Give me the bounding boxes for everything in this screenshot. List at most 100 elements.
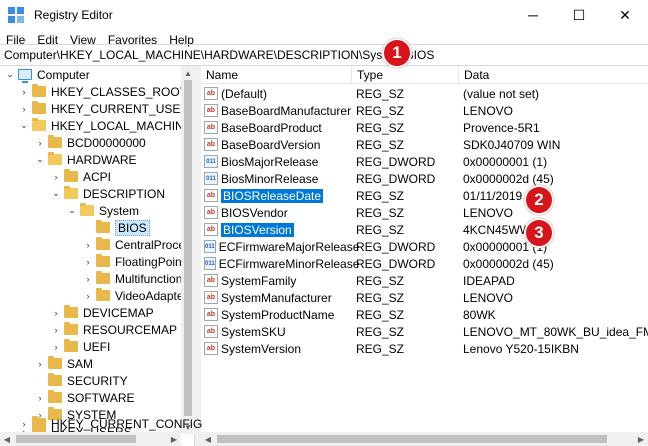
chevron-right-icon[interactable]: › [34,134,46,151]
binary-value-icon: 011 [204,155,218,168]
list-item[interactable]: ab BIOSReleaseDate REG_SZ 01/11/2019 [201,187,648,204]
registry-editor-icon [8,7,24,23]
string-value-icon: ab [204,325,218,338]
tree-item-label: System [99,203,140,218]
list-item[interactable]: ab SystemProductName REG_SZ 80WK [201,306,648,323]
string-value-icon: ab [204,138,218,151]
chevron-right-icon[interactable]: › [82,236,94,253]
tree-item-sam[interactable]: › SAM [34,355,93,372]
close-button[interactable]: ✕ [602,0,648,30]
scroll-up-icon[interactable]: ▲ [181,66,195,80]
list-item[interactable]: 011 BiosMinorRelease REG_DWORD 0x0000002d… [201,170,648,187]
address-bar[interactable]: Computer\HKEY_LOCAL_MACHINE\HARDWARE\DES… [0,44,648,66]
tree-item-resourcemap[interactable]: › RESOURCEMAP [50,321,177,338]
scroll-thumb[interactable] [217,435,607,443]
list-item[interactable]: ab SystemSKU REG_SZ LENOVO_MT_80WK_BU_ide… [201,323,648,340]
chevron-right-icon[interactable]: › [34,355,46,372]
scroll-left-icon[interactable]: ◀ [201,432,215,446]
value-type: REG_SZ [356,86,405,101]
tree-item-bios[interactable]: BIOS [82,219,150,236]
value-type: REG_SZ [356,205,405,220]
list-item[interactable]: 011 BiosMajorRelease REG_DWORD 0x00000001… [201,153,648,170]
tree-item-bcd[interactable]: › BCD00000000 [34,134,146,151]
tree-item-centralprocessor[interactable]: › CentralProcess [82,236,194,253]
value-name: BaseBoardProduct [221,120,322,135]
address-path[interactable]: Computer\HKEY_LOCAL_MACHINE\HARDWARE\DES… [4,48,434,62]
list-horizontal-scrollbar[interactable]: ◀ ▶ [201,432,648,446]
minimize-button[interactable]: ─ [510,0,556,30]
folder-icon [64,322,78,335]
tree-item-uefi[interactable]: › UEFI [50,338,110,355]
binary-value-icon: 011 [204,172,218,185]
list-item[interactable]: ab (Default) REG_SZ (value not set) [201,85,648,102]
list-header: Name Type Data [201,66,648,84]
tree-item-videoadapter[interactable]: › VideoAdapterE [82,287,194,304]
string-value-icon: ab [204,223,218,236]
chevron-down-icon[interactable]: ⌄ [34,151,46,168]
chevron-down-icon[interactable]: ⌄ [4,66,16,83]
chevron-right-icon[interactable]: › [50,168,62,185]
column-header-name[interactable]: Name [201,66,352,84]
value-type: REG_SZ [356,137,405,152]
tree-item-hardware[interactable]: ⌄ HARDWARE [34,151,137,168]
column-header-data[interactable]: Data [459,66,648,84]
value-name: BIOSVendor [221,205,288,220]
tree-horizontal-scrollbar[interactable]: ◀ ▶ [0,432,181,446]
tree-item-label: HKEY_CURRENT_CONFIG [51,416,203,431]
list-item[interactable]: ab BaseBoardManufacturer REG_SZ LENOVO [201,102,648,119]
value-data: (value not set) [463,86,540,101]
tree-item-hkey-local-machine[interactable]: ⌄ HKEY_LOCAL_MACHINE [18,117,192,134]
tree-item-system[interactable]: ⌄ System [66,202,139,219]
tree-item-hkey-current-user[interactable]: › HKEY_CURRENT_USER [18,100,189,117]
list-item[interactable]: ab SystemManufacturer REG_SZ LENOVO [201,289,648,306]
value-name: BiosMinorRelease [221,171,319,186]
scroll-thumb[interactable] [184,80,192,416]
scroll-left-icon[interactable]: ◀ [0,432,14,446]
chevron-right-icon[interactable]: › [18,100,30,117]
list-item[interactable]: ab SystemFamily REG_SZ IDEAPAD [201,272,648,289]
maximize-button[interactable]: ☐ [556,0,602,30]
chevron-down-icon[interactable]: ⌄ [18,117,30,134]
tree-item-computer[interactable]: ⌄ Computer [4,66,90,83]
tree-item-acpi[interactable]: › ACPI [50,168,111,185]
tree-item-hkey-classes-root[interactable]: › HKEY_CLASSES_ROOT [18,83,187,100]
list-item[interactable]: ab BIOSVersion REG_SZ 4KCN45WW [201,221,648,238]
column-header-type[interactable]: Type [352,66,459,84]
scroll-right-icon[interactable]: ▶ [167,432,181,446]
list-item[interactable]: ab SystemVersion REG_SZ Lenovo Y520-15IKB… [201,340,648,357]
value-type: REG_SZ [356,188,405,203]
chevron-right-icon[interactable]: › [82,270,94,287]
chevron-right-icon[interactable]: › [18,415,30,432]
list-item[interactable]: ab BIOSVendor REG_SZ LENOVO [201,204,648,221]
tree-item-label: SAM [67,356,94,371]
tree-item-devicemap[interactable]: › DEVICEMAP [50,304,154,321]
tree-vertical-scrollbar[interactable]: ▲ ▼ [181,66,195,434]
chevron-right-icon[interactable]: › [50,304,62,321]
tree-item-description[interactable]: ⌄ DESCRIPTION [50,185,165,202]
list-item[interactable]: 011 ECFirmwareMajorRelease REG_DWORD 0x00… [201,238,648,255]
tree-item-multifunction[interactable]: › MultifunctionA [82,270,190,287]
chevron-down-icon[interactable]: ⌄ [66,202,78,219]
scroll-right-icon[interactable]: ▶ [634,432,648,446]
string-value-icon: ab [204,104,218,117]
tree-item-software[interactable]: › SOFTWARE [34,389,135,406]
list-item[interactable]: ab BaseBoardVersion REG_SZ SDK0J40709 WIN [201,136,648,153]
chevron-right-icon[interactable]: › [50,321,62,338]
scroll-thumb[interactable] [16,435,136,443]
chevron-right-icon[interactable]: › [82,253,94,270]
list-item[interactable]: 011 ECFirmwareMinorRelease REG_DWORD 0x00… [201,255,648,272]
value-data: 0x0000002d (45) [463,256,554,271]
value-data: LENOVO [463,205,514,220]
tree-item-security[interactable]: SECURITY [34,372,128,389]
chevron-right-icon[interactable]: › [34,389,46,406]
tree-item-floatingpoint[interactable]: › FloatingPointPı [82,253,194,270]
chevron-right-icon[interactable]: › [82,287,94,304]
folder-icon [64,169,78,182]
callout-badge-2: 2 [524,185,554,215]
list-item[interactable]: ab BaseBoardProduct REG_SZ Provence-5R1 [201,119,648,136]
chevron-down-icon[interactable]: ⌄ [50,185,62,202]
chevron-right-icon[interactable]: › [18,83,30,100]
value-name: ECFirmwareMinorRelease [218,256,360,271]
tree-item-hkey-current-config[interactable]: › HKEY_CURRENT_CONFIG [18,415,202,432]
chevron-right-icon[interactable]: › [50,338,62,355]
